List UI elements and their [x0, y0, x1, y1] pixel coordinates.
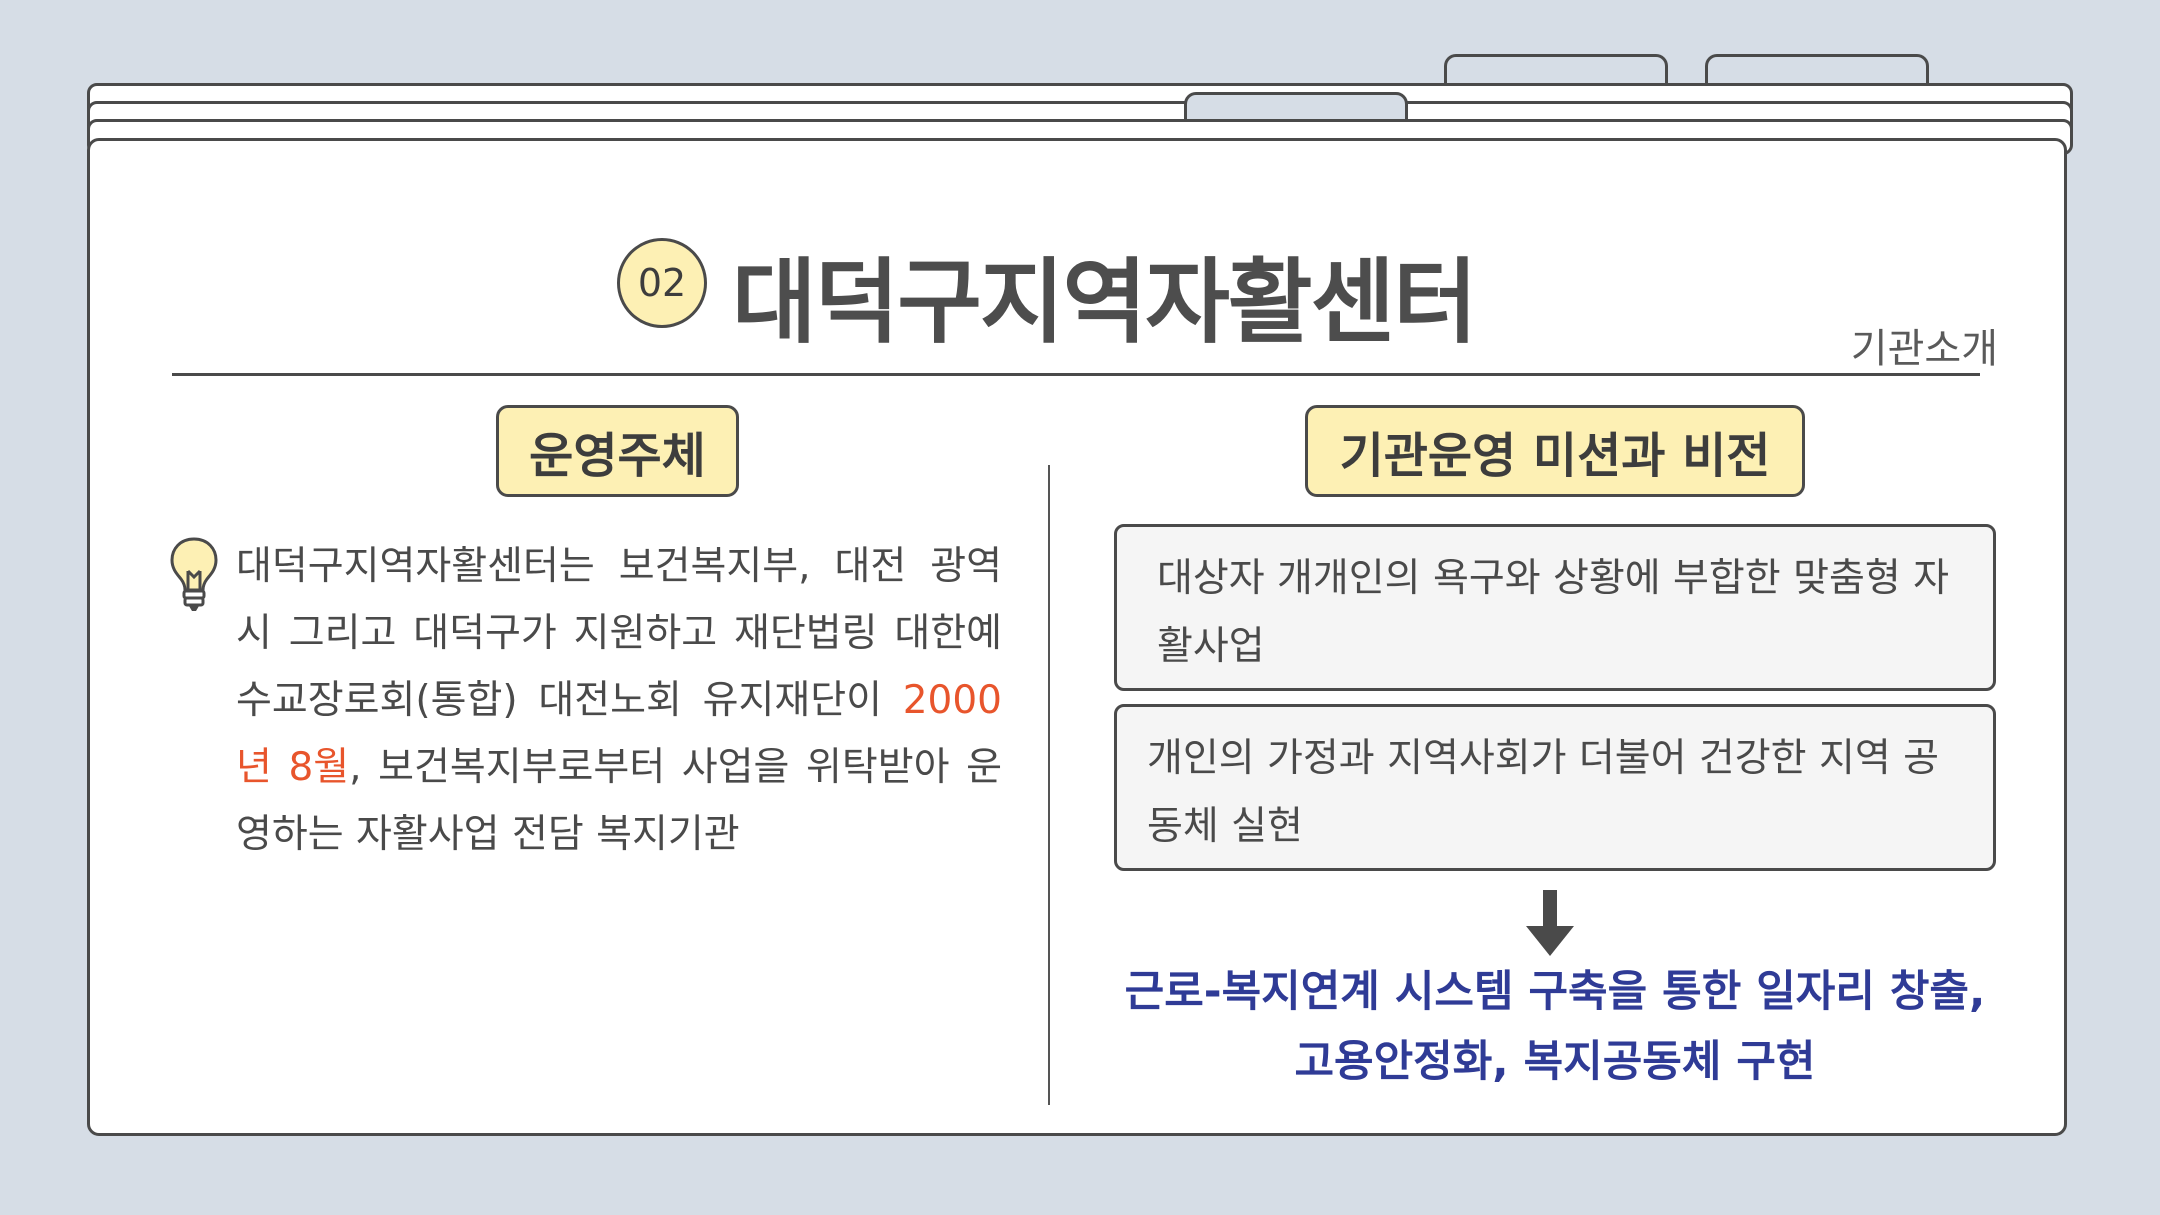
mission-text-2: 개인의 가정과 지역사회가 더불어 건강한 지역 공동체 실현: [1147, 736, 1939, 849]
operator-text-part1: 대덕구지역자활센터는 보건복지부, 대전 광역시 그리고 대덕구가 지원하고 재…: [236, 544, 1002, 723]
vision-goal-line-1: 근로-복지연계 시스템 구축을 통한 일자리 창출,: [1124, 967, 1986, 1017]
vision-goal-line-2: 고용안정화, 복지공동체 구현: [1294, 1037, 1816, 1087]
mission-vision-heading: 기관운영 미션과 비전: [1305, 405, 1805, 497]
page-title: 대덕구지역자활센터: [732, 249, 1478, 356]
operator-heading: 운영주체: [496, 405, 739, 497]
title-divider: [172, 373, 1980, 376]
section-number-badge: 02: [617, 238, 707, 328]
mission-box-2: 개인의 가정과 지역사회가 더불어 건강한 지역 공동체 실현: [1114, 704, 1996, 871]
mission-text-1: 대상자 개개인의 욕구와 상황에 부합한 맞춤형 자활사업: [1157, 556, 1949, 669]
lightbulb-icon: [170, 537, 218, 611]
column-divider: [1048, 465, 1050, 1105]
operator-description: 대덕구지역자활센터는 보건복지부, 대전 광역시 그리고 대덕구가 지원하고 재…: [236, 533, 1002, 868]
operator-text-part2: , 보건복지부로부터 사업을 위탁받아 운영하는 자활사업 전담 복지기관: [236, 745, 1002, 857]
vision-goal: 근로-복지연계 시스템 구축을 통한 일자리 창출, 고용안정화, 복지공동체 …: [1110, 957, 2000, 1097]
arrow-down-icon: [1526, 890, 1574, 956]
mission-box-1: 대상자 개개인의 욕구와 상황에 부합한 맞춤형 자활사업: [1114, 524, 1996, 691]
page-subtitle: 기관소개: [1850, 326, 1998, 372]
